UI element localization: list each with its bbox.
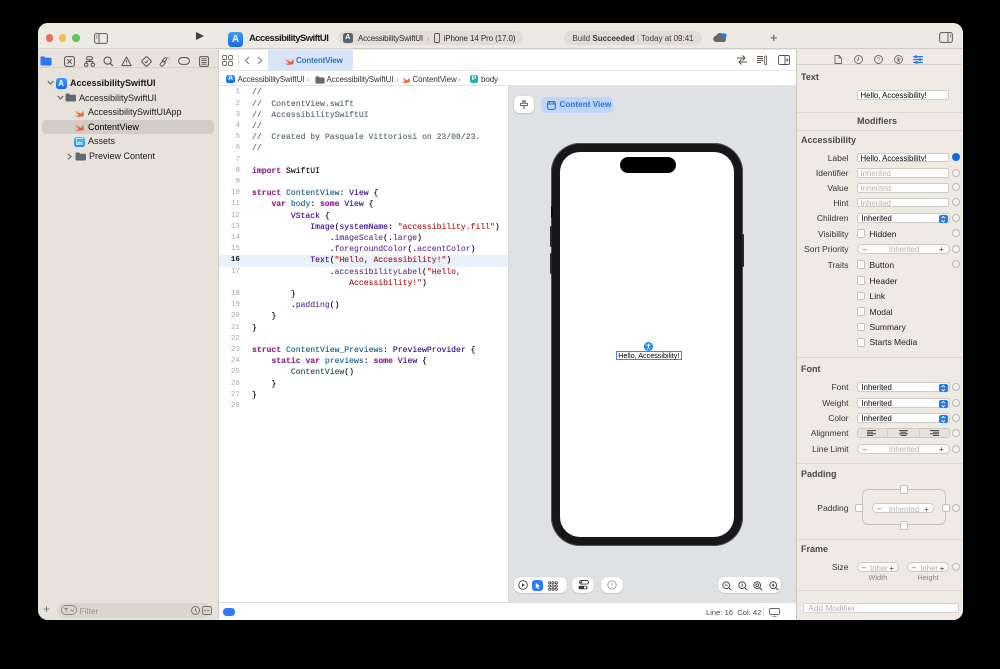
svg-text:?: ?: [876, 58, 879, 64]
